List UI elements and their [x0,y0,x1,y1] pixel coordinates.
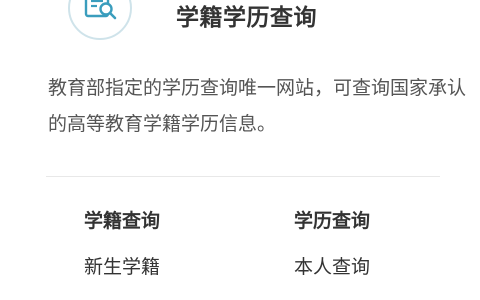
column-education-record: 学历查询 本人查询 [294,206,370,279]
header-icon-circle [68,0,132,40]
column-student-status: 学籍查询 新生学籍 [84,206,160,279]
column-heading-education-record: 学历查询 [294,210,371,232]
site-description: 教育部指定的学历查询唯一网站，可查询国家承认的高等教育学籍学历信息。 [48,77,467,135]
document-search-icon [84,0,117,20]
column-heading-student-status: 学籍查询 [84,210,161,232]
divider [46,176,440,177]
link-new-student-status[interactable]: 新生学籍 [84,252,160,279]
page-title: 学籍学历查询 [176,5,317,31]
link-self-query[interactable]: 本人查询 [294,252,370,279]
